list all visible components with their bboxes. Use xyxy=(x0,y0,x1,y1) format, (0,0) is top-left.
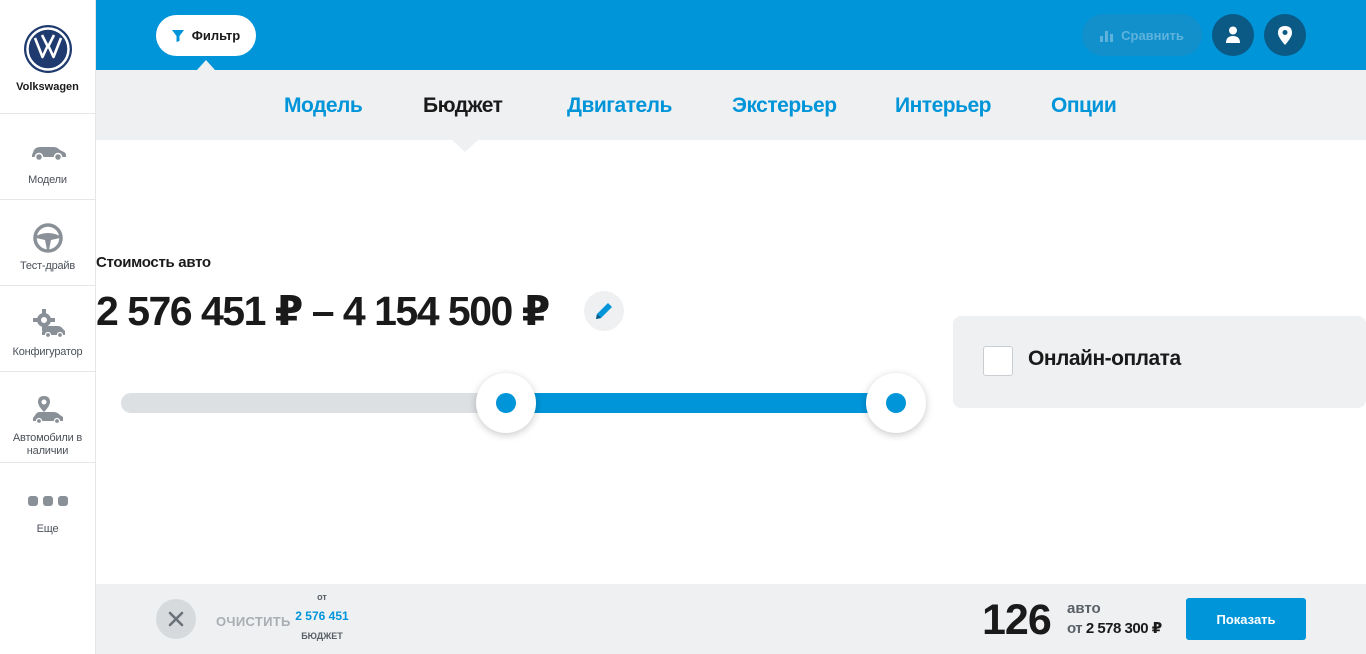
tab-exterior[interactable]: Экстерьер xyxy=(732,94,837,118)
results-min-price: от 2 578 300 ₽ xyxy=(1067,619,1162,637)
brand-name: Volkswagen xyxy=(16,81,79,93)
sidebar-item-label: Автомобили в наличии xyxy=(12,432,83,457)
chip-caption: БЮДЖЕТ xyxy=(301,631,343,641)
location-pin-icon xyxy=(1278,25,1292,45)
results-bar: ОЧИСТИТЬ от 2 576 451 БЮДЖЕТ 126 авто от… xyxy=(96,584,1366,654)
compare-button[interactable]: Сравнить xyxy=(1082,14,1202,56)
clear-button[interactable] xyxy=(156,599,196,639)
sidebar-item-label: Тест-драйв xyxy=(19,260,76,272)
sidebar-item-models[interactable]: Модели xyxy=(0,114,95,200)
sidebar-item-more[interactable]: Еще xyxy=(0,463,95,549)
filter-tabs: Модель Бюджет Двигатель Экстерьер Интерь… xyxy=(96,70,1366,140)
tab-interior[interactable]: Интерьер xyxy=(895,94,992,118)
sidebar-item-cars-in-stock[interactable]: Автомобили в наличии xyxy=(0,372,95,463)
vw-logo-icon xyxy=(23,25,72,73)
chip-prefix: от xyxy=(317,592,327,602)
gear-car-icon xyxy=(30,308,66,340)
show-results-button[interactable]: Показать xyxy=(1186,598,1306,640)
pencil-icon xyxy=(596,303,612,319)
steering-wheel-icon xyxy=(32,222,64,254)
car-pin-icon xyxy=(30,394,66,426)
min-price-amount: 2 578 300 ₽ xyxy=(1085,620,1162,637)
filter-icon xyxy=(171,29,184,42)
slider-selected-range xyxy=(505,393,897,413)
edit-price-button[interactable] xyxy=(584,291,624,331)
tab-budget[interactable]: Бюджет xyxy=(423,94,503,118)
bar-chart-icon xyxy=(1100,31,1114,42)
filter-caret xyxy=(197,60,215,70)
slider-handle-min[interactable] xyxy=(475,373,536,433)
filter-button[interactable]: Фильтр xyxy=(156,15,256,56)
filter-button-label: Фильтр xyxy=(191,28,241,43)
tab-engine[interactable]: Двигатель xyxy=(567,94,672,118)
price-range-value: 2 576 451 ₽ – 4 154 500 ₽ xyxy=(96,288,550,334)
online-payment-checkbox[interactable] xyxy=(983,346,1013,376)
online-payment-label: Онлайн-оплата xyxy=(1028,347,1181,370)
tab-options[interactable]: Опции xyxy=(1051,94,1117,118)
sidebar-item-configurator[interactable]: Конфигуратор xyxy=(0,286,95,372)
slider-handle-dot xyxy=(495,393,516,413)
price-label: Стоимость авто xyxy=(96,254,211,271)
sidebar-item-label: Еще xyxy=(36,523,59,535)
online-payment-option: Онлайн-оплата xyxy=(953,316,1366,408)
chip-value: 2 576 451 xyxy=(295,609,349,623)
brand-logo[interactable]: Volkswagen xyxy=(0,0,95,114)
active-tab-indicator xyxy=(452,140,478,152)
clear-label[interactable]: ОЧИСТИТЬ xyxy=(216,614,291,629)
sidebar-item-label: Модели xyxy=(28,174,67,186)
close-icon xyxy=(168,611,184,627)
sidebar-item-test-drive[interactable]: Тест-драйв xyxy=(0,200,95,286)
slider-handle-max[interactable] xyxy=(866,373,927,433)
min-price-prefix: от xyxy=(1067,620,1083,637)
user-button[interactable] xyxy=(1212,14,1254,56)
results-count: 126 xyxy=(982,596,1052,644)
tab-model[interactable]: Модель xyxy=(284,94,363,118)
results-unit: авто xyxy=(1067,600,1101,617)
sidebar-item-label: Конфигуратор xyxy=(12,346,83,358)
car-icon xyxy=(29,136,67,168)
sidebar: Volkswagen Модели Тест-драйв Конфигурато… xyxy=(0,0,96,654)
top-bar: Фильтр Сравнить xyxy=(96,0,1366,70)
slider-handle-dot xyxy=(886,393,907,413)
price-range-slider[interactable] xyxy=(121,373,927,433)
location-button[interactable] xyxy=(1264,14,1306,56)
user-icon xyxy=(1226,26,1240,43)
budget-filter-chip[interactable]: от 2 576 451 БЮДЖЕТ xyxy=(292,592,352,641)
compare-button-label: Сравнить xyxy=(1121,27,1184,43)
more-dots-icon xyxy=(27,485,68,517)
app-root: Volkswagen Модели Тест-драйв Конфигурато… xyxy=(0,0,1366,654)
